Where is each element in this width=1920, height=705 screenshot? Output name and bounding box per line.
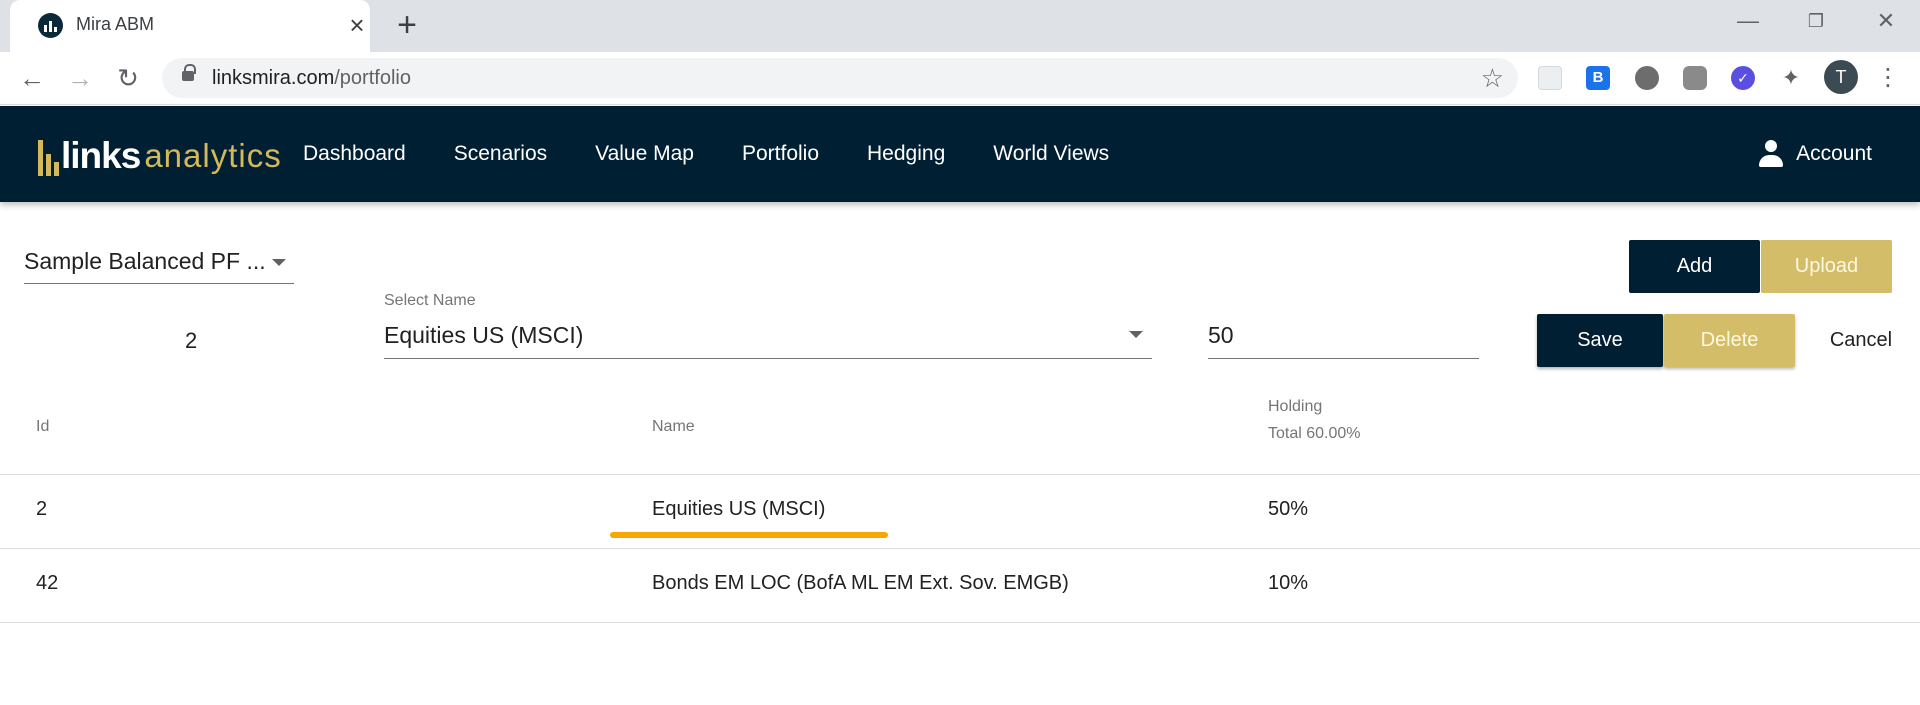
cell-name: Equities US (MSCI) <box>652 498 826 520</box>
profile-avatar[interactable]: T <box>1824 60 1858 94</box>
url-text: linksmira.com/portfolio <box>212 67 411 89</box>
holding-input[interactable]: 50 <box>1208 318 1479 359</box>
restore-icon[interactable]: ❐ <box>1796 6 1836 36</box>
portfolio-select-value: Sample Balanced PF ... <box>24 248 266 274</box>
app-header: links analytics Dashboard Scenarios Valu… <box>0 106 1920 202</box>
holding-total: Total 60.00% <box>1268 425 1361 442</box>
edit-row-id: 2 <box>185 328 198 353</box>
table-header: Id Name Holding Total 60.00% <box>0 398 1920 475</box>
extension-cube-icon[interactable] <box>1683 66 1707 90</box>
cell-holding: 10% <box>1268 572 1309 594</box>
extension-circle-icon[interactable] <box>1635 66 1659 90</box>
nav-value-map[interactable]: Value Map <box>595 142 694 166</box>
logo-bars-icon <box>38 138 59 176</box>
bookmark-star-icon[interactable]: ☆ <box>1481 62 1504 94</box>
header-id[interactable]: Id <box>36 413 49 440</box>
logo-text-links: links <box>61 135 141 176</box>
cell-id: 42 <box>36 572 59 594</box>
chevron-down-icon <box>1129 331 1143 338</box>
nav-hedging[interactable]: Hedging <box>867 142 945 166</box>
person-icon <box>1758 140 1784 168</box>
minimize-icon[interactable]: — <box>1728 6 1768 36</box>
header-name[interactable]: Name <box>652 413 695 440</box>
cell-name: Bonds EM LOC (BofA ML EM Ext. Sov. EMGB) <box>652 572 1069 594</box>
selected-row-indicator <box>610 532 888 538</box>
table-row[interactable]: 42 Bonds EM LOC (BofA ML EM Ext. Sov. EM… <box>0 549 1920 623</box>
logo-text-analytics: analytics <box>144 137 282 174</box>
browser-toolbar: ← → ↻ linksmira.com/portfolio ☆ B ✓ ✦ T … <box>0 52 1920 105</box>
table-row[interactable]: 2 Equities US (MSCI) 50% <box>0 475 1920 549</box>
nav-scenarios[interactable]: Scenarios <box>454 142 547 166</box>
lock-icon <box>182 64 196 81</box>
new-tab-icon[interactable]: + <box>390 6 424 44</box>
delete-button[interactable]: Delete <box>1664 314 1795 367</box>
holding-input-value: 50 <box>1208 322 1234 348</box>
add-button[interactable]: Add <box>1629 240 1760 293</box>
browser-tab[interactable]: Mira ABM × <box>10 0 370 52</box>
select-name-field[interactable]: Select Name Equities US (MSCI) <box>384 292 1152 359</box>
extensions-puzzle-icon[interactable]: ✦ <box>1779 66 1803 90</box>
app-favicon-icon <box>38 13 63 38</box>
extension-b-icon[interactable]: B <box>1586 66 1610 90</box>
window-close-icon[interactable]: ✕ <box>1866 6 1906 36</box>
extension-check-icon[interactable]: ✓ <box>1731 66 1755 90</box>
back-icon[interactable]: ← <box>14 60 50 96</box>
save-button[interactable]: Save <box>1537 314 1663 367</box>
tab-title: Mira ABM <box>76 14 155 34</box>
account-label: Account <box>1796 142 1872 165</box>
select-name-label: Select Name <box>384 292 476 309</box>
cell-holding: 50% <box>1268 498 1309 520</box>
account-menu[interactable]: Account <box>1758 140 1872 168</box>
header-holding[interactable]: Holding <box>1268 393 1322 420</box>
nav-dashboard[interactable]: Dashboard <box>303 142 406 166</box>
extension-icon[interactable] <box>1538 66 1562 90</box>
forward-icon[interactable]: → <box>62 60 98 96</box>
cancel-button[interactable]: Cancel <box>1816 314 1906 367</box>
links-analytics-logo[interactable]: links analytics <box>38 136 282 176</box>
cell-id: 2 <box>36 498 48 520</box>
reload-icon[interactable]: ↻ <box>110 60 146 96</box>
address-bar[interactable]: linksmira.com/portfolio ☆ <box>162 58 1518 98</box>
nav-portfolio[interactable]: Portfolio <box>742 142 819 166</box>
close-tab-icon[interactable]: × <box>345 10 369 40</box>
portfolio-select[interactable]: Sample Balanced PF ... <box>24 244 294 284</box>
upload-button[interactable]: Upload <box>1761 240 1892 293</box>
browser-tabstrip: Mira ABM × + — ❐ ✕ <box>0 0 1920 52</box>
select-name-value: Equities US (MSCI) <box>384 322 584 348</box>
chevron-down-icon <box>272 259 286 266</box>
main-nav: Dashboard Scenarios Value Map Portfolio … <box>303 106 1157 202</box>
browser-menu-icon[interactable]: ⋮ <box>1876 60 1900 96</box>
nav-world-views[interactable]: World Views <box>993 142 1109 166</box>
